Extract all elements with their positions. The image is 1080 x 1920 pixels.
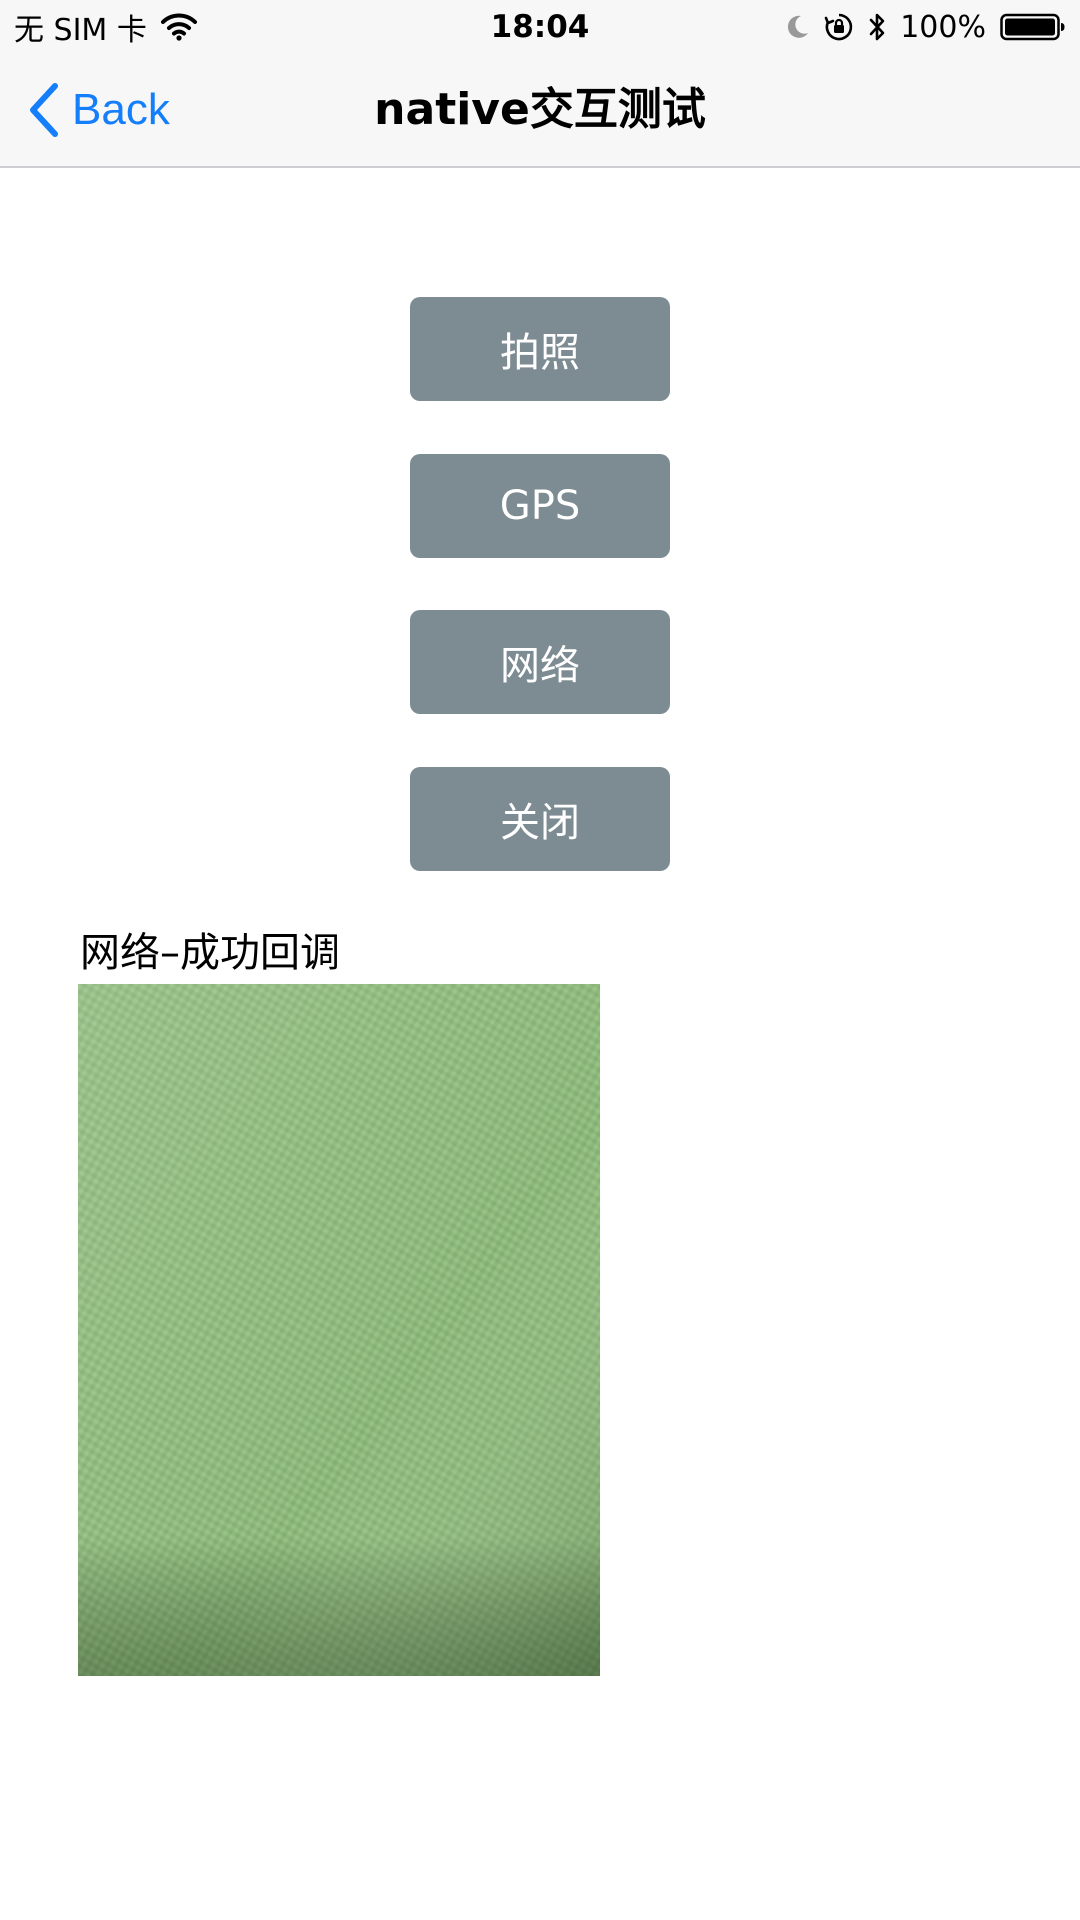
page-title: native交互测试 <box>374 84 706 135</box>
status-left: 无 SIM 卡 <box>14 6 197 48</box>
battery-icon <box>1000 12 1066 42</box>
captured-photo <box>78 984 600 1676</box>
navigation-bar: Back native交互测试 <box>0 54 1080 168</box>
close-button[interactable]: 关闭 <box>410 767 670 871</box>
gps-button[interactable]: GPS <box>410 454 670 558</box>
status-right: 100% <box>784 6 1066 48</box>
status-bar: 无 SIM 卡 18:04 100% <box>0 0 1080 54</box>
moon-icon <box>784 13 810 41</box>
network-button[interactable]: 网络 <box>410 610 670 714</box>
callback-result-label: 网络–成功回调 <box>80 930 340 976</box>
carrier-label: 无 SIM 卡 <box>14 13 147 48</box>
take-photo-button[interactable]: 拍照 <box>410 297 670 401</box>
battery-percent: 100% <box>900 9 986 45</box>
wifi-icon <box>160 13 197 41</box>
app-screen: 无 SIM 卡 18:04 100% Back native交互测试 拍照 GP… <box>0 0 1080 1920</box>
rotation-lock-icon <box>824 12 854 42</box>
bluetooth-icon <box>868 12 886 42</box>
